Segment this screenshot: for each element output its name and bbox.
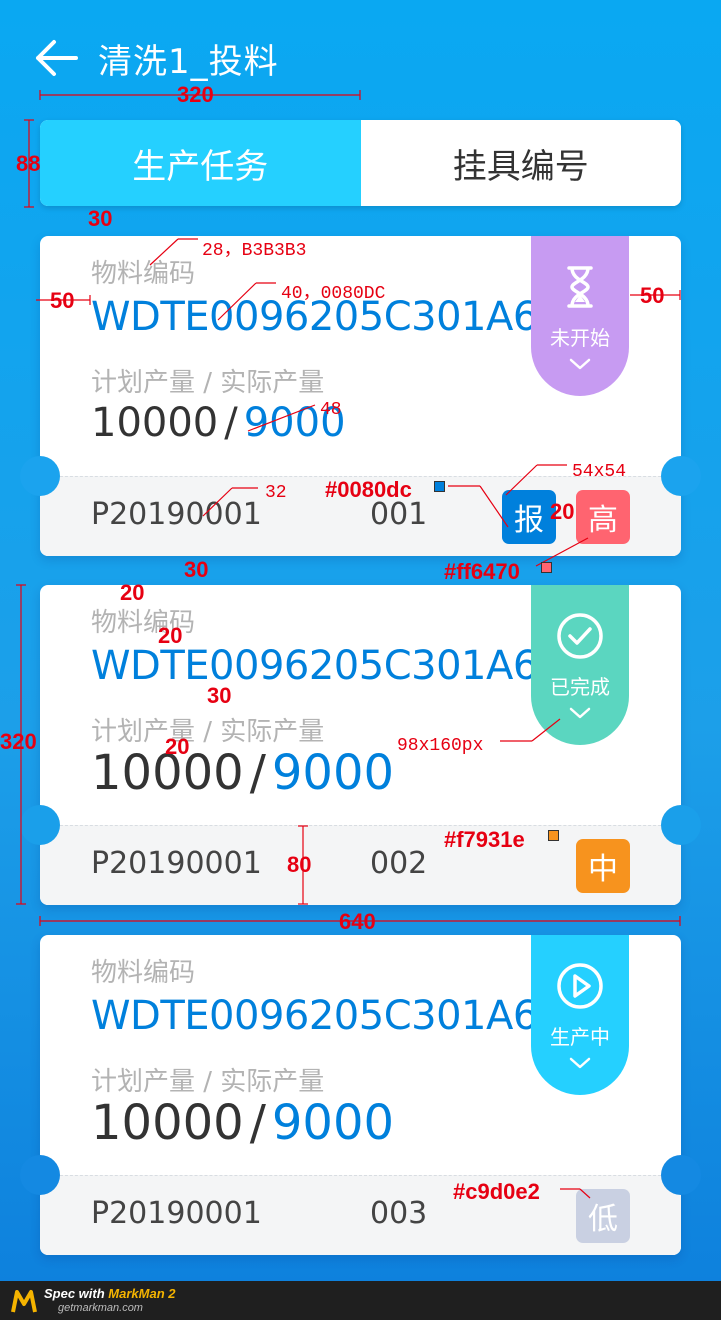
quantity-separator: / <box>249 745 266 801</box>
status-tag-in-production[interactable]: 生产中 <box>531 935 629 1095</box>
quantity-separator: / <box>224 400 238 446</box>
card-footer: P20190001 003 低 <box>40 1175 681 1255</box>
check-circle-icon <box>557 613 603 659</box>
spec-width-640: 640 <box>339 909 376 934</box>
chevron-down-icon <box>569 1057 591 1069</box>
spec-gap-20: 20 <box>165 734 190 759</box>
quantity-label: 计划产量 / 实际产量 <box>91 1067 325 1097</box>
spec-gap-30: 30 <box>207 683 232 708</box>
priority-badge: 中 <box>576 839 630 893</box>
status-label: 生产中 <box>550 1025 610 1049</box>
status-label: 已完成 <box>550 675 610 699</box>
spec-qty-48: 48 <box>320 400 342 420</box>
card-notch-right <box>661 1155 701 1195</box>
material-code-label: 物料编码 <box>91 259 196 289</box>
material-code-value: WDTE0096205C301A6 <box>91 643 538 689</box>
sequence-number: 002 <box>370 846 428 881</box>
spec-color-grey: #c9d0e2 <box>453 1179 540 1204</box>
report-badge[interactable]: 报 <box>502 490 556 544</box>
page-title: 清洗1_投料 <box>98 42 279 82</box>
spec-height-88: 88 <box>16 151 41 176</box>
priority-badge: 高 <box>576 490 630 544</box>
spec-gap-20: 20 <box>158 623 183 648</box>
card-notch-left <box>20 456 60 496</box>
spec-status-size: 98x160px <box>397 736 484 756</box>
order-number: P20190001 <box>91 1196 262 1231</box>
tab-fixture-number[interactable]: 挂具编号 <box>360 120 681 206</box>
spec-gap-30: 30 <box>88 206 113 231</box>
tab-production-tasks[interactable]: 生产任务 <box>40 120 361 206</box>
spec-color-red: #ff6470 <box>444 559 520 584</box>
spec-color-blue: #0080dc <box>325 477 412 502</box>
task-card[interactable]: 物料编码 WDTE0096205C301A6 计划产量 / 实际产量 10000… <box>40 935 681 1255</box>
quantity-separator: / <box>249 1095 266 1151</box>
status-label: 未开始 <box>550 326 610 350</box>
task-card[interactable]: 物料编码 WDTE0096205C301A6 计划产量 / 实际产量 10000… <box>40 585 681 905</box>
tab-bar: 生产任务 挂具编号 <box>40 120 681 206</box>
spec-label-font: 28，B3B3B3 <box>202 241 307 261</box>
material-code-label: 物料编码 <box>91 958 196 988</box>
card-notch-right <box>661 456 701 496</box>
markman-site: getmarkman.com <box>58 1302 143 1314</box>
status-tag-completed[interactable]: 已完成 <box>531 585 629 745</box>
color-swatch <box>548 830 559 841</box>
play-circle-icon <box>557 963 603 1009</box>
spec-color-orange: #f7931e <box>444 827 525 852</box>
spec-width-320: 320 <box>177 82 214 107</box>
chevron-down-icon <box>569 358 591 370</box>
spec-badge-size: 54x54 <box>572 462 627 482</box>
order-number: P20190001 <box>91 846 262 881</box>
spec-order-32: 32 <box>265 483 287 503</box>
spec-gap-20: 20 <box>120 580 145 605</box>
markman-logo-icon <box>11 1290 37 1313</box>
markman-brand: MarkMan 2 <box>108 1286 176 1301</box>
actual-quantity: 9000 <box>271 745 395 801</box>
card-notch-left <box>20 805 60 845</box>
sequence-number: 003 <box>370 1196 428 1231</box>
spec-gap-20: 20 <box>550 499 575 524</box>
markman-credit: Spec with MarkMan 2 <box>44 1286 176 1301</box>
spec-height-320: 320 <box>0 729 37 754</box>
material-code-value: WDTE0096205C301A6 <box>91 993 538 1039</box>
arrow-left-icon[interactable] <box>34 38 78 78</box>
spec-height-80: 80 <box>287 852 312 877</box>
order-number: P20190001 <box>91 497 262 532</box>
app-header: 清洗1_投料 <box>0 0 721 115</box>
color-swatch <box>434 481 445 492</box>
card-notch-right <box>661 805 701 845</box>
actual-quantity: 9000 <box>271 1095 395 1151</box>
spec-code-font: 40，0080DC <box>281 284 386 304</box>
markman-prefix: Spec with <box>44 1286 109 1301</box>
priority-badge: 低 <box>576 1189 630 1243</box>
planned-quantity: 10000 <box>91 400 219 446</box>
card-footer: P20190001 002 中 <box>40 825 681 905</box>
spec-margin-right-50: 50 <box>640 283 665 308</box>
status-tag-not-started[interactable]: 未开始 <box>531 236 629 396</box>
planned-quantity: 10000 <box>91 1095 244 1151</box>
quantity-values: 10000/9000 <box>91 1095 394 1151</box>
spec-gap-30: 30 <box>184 557 209 582</box>
hourglass-icon <box>567 266 593 308</box>
card-notch-left <box>20 1155 60 1195</box>
color-swatch <box>541 562 552 573</box>
quantity-values: 10000/9000 <box>91 400 346 446</box>
quantity-label: 计划产量 / 实际产量 <box>91 717 325 747</box>
markman-footer: Spec with MarkMan 2 getmarkman.com <box>0 1281 721 1320</box>
spec-margin-left-50: 50 <box>50 288 75 313</box>
chevron-down-icon <box>569 707 591 719</box>
quantity-values: 10000/9000 <box>91 745 394 801</box>
quantity-label: 计划产量 / 实际产量 <box>91 368 325 398</box>
